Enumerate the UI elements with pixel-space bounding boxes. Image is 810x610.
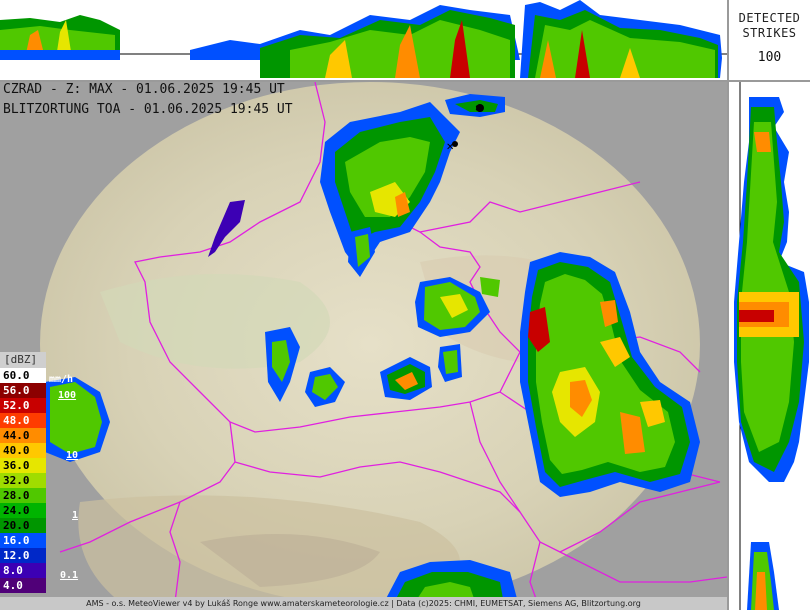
radar-map: ✱ ✕ CZRAD - Z: MAX - 01.06.2025 19:45 UT… [0, 82, 727, 610]
right-cross-section-plot [734, 82, 809, 610]
right-cross-section [729, 82, 810, 610]
footer-credits: AMS - o.s. MeteoViewer v4 by Lukáš Ronge… [0, 597, 727, 610]
lightning-product-label: BLITZORTUNG TOA - 01.06.2025 19:45 UT [3, 102, 293, 117]
legend-row: 24.0 [0, 503, 46, 518]
rate-label-0-1: 0.1 [60, 570, 79, 581]
radar-map-canvas: ✱ ✕ [0, 82, 727, 610]
legend-row: 12.0 [0, 548, 46, 563]
legend-row: 36.0 [0, 458, 46, 473]
rate-label-1: 1 [72, 510, 79, 521]
legend-row: 28.0 [0, 488, 46, 503]
legend-row: 44.0 [0, 428, 46, 443]
strikes-label-line1: DETECTED [738, 11, 801, 25]
legend-row: 52.0 [0, 398, 46, 413]
top-cross-section [0, 0, 727, 80]
legend-row: 56.0 [0, 383, 46, 398]
strikes-label-line2: STRIKES [742, 26, 797, 40]
legend-row: 20.0 [0, 518, 46, 533]
rate-label-10: 10 [66, 450, 79, 461]
legend-row: 48.0 [0, 413, 46, 428]
svg-text:✕: ✕ [446, 142, 454, 153]
rate-label-100: 100 [58, 390, 77, 401]
legend-rows: 60.0 56.0 52.0 48.0 44.0 40.0 36.0 32.0 28.0 24.0… [0, 368, 46, 593]
legend-row: 60.0 [0, 368, 46, 383]
svg-text:✱: ✱ [475, 102, 484, 115]
detected-strikes-panel: DETECTED STRIKES 100 [729, 0, 810, 80]
legend-row: 40.0 [0, 443, 46, 458]
legend-row: 16.0 [0, 533, 46, 548]
legend-row: 8.0 [0, 563, 46, 578]
strikes-count: 100 [757, 50, 782, 65]
lightning-strike-icon: ✱ [475, 102, 484, 115]
color-legend: [dBZ] 60.0 56.0 52.0 48.0 44.0 40.0 36.0 32.0 28… [0, 352, 46, 593]
radar-product-label: CZRAD - Z: MAX - 01.06.2025 19:45 UT [3, 82, 285, 97]
legend-unit-dbz: [dBZ] [0, 352, 46, 368]
top-cross-section-plot [0, 0, 727, 78]
legend-row: 32.0 [0, 473, 46, 488]
legend-row: 4.0 [0, 578, 46, 593]
legend-unit-rate: mm/h [49, 374, 74, 385]
